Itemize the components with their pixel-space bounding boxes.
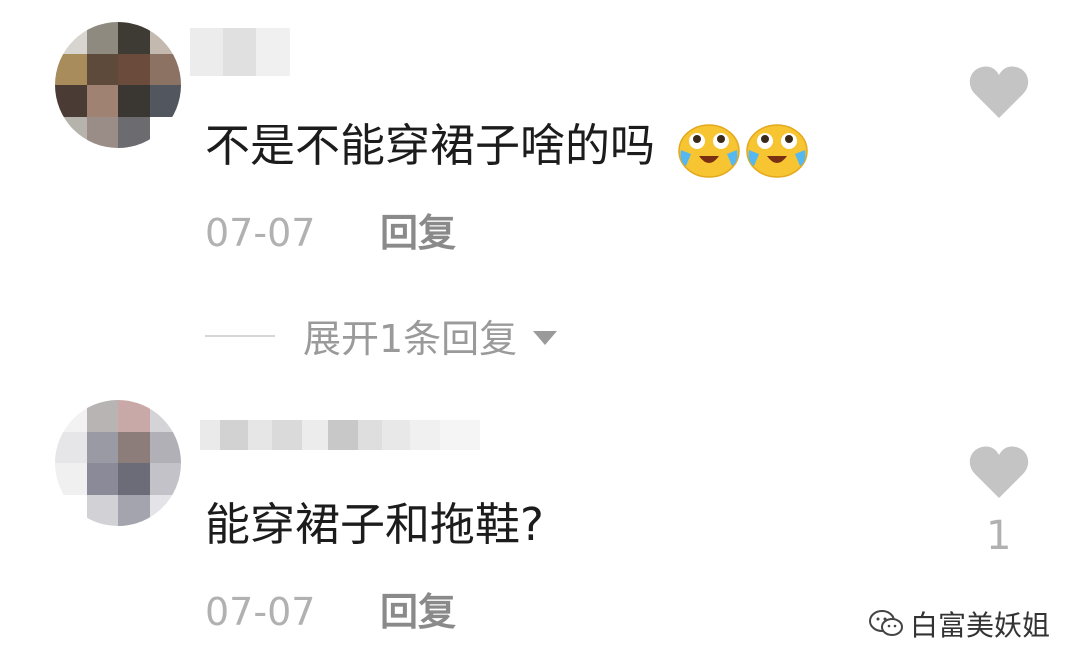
comment-item: 不是不能穿裙子啥的吗 07-07 回复 [0, 0, 1080, 290]
crying-laugh-emoji-icon [678, 124, 740, 178]
crying-laugh-emoji-icon [746, 124, 808, 178]
username-blurred[interactable] [190, 28, 290, 76]
comment-text-content: 不是不能穿裙子啥的吗 [205, 119, 656, 172]
avatar[interactable] [55, 22, 181, 148]
emoji-group [677, 120, 809, 178]
heart-icon[interactable] [968, 444, 1030, 500]
divider [205, 334, 275, 337]
username-blurred[interactable] [200, 420, 480, 450]
expand-replies-button[interactable]: 展开1条回复 [205, 308, 558, 363]
comment-text: 不是不能穿裙子啥的吗 [205, 120, 809, 178]
watermark-text: 白富美妖姐 [910, 609, 1051, 642]
comment-date: 07-07 [205, 211, 316, 255]
heart-icon[interactable] [968, 64, 1030, 120]
reply-button[interactable]: 回复 [380, 593, 456, 631]
expand-replies-label: 展开1条回复 [303, 317, 518, 361]
triangle-down-icon [533, 330, 558, 345]
reply-button[interactable]: 回复 [380, 214, 456, 252]
wechat-icon [869, 610, 903, 636]
like-count: 1 [986, 513, 1012, 559]
comment-date: 07-07 [205, 590, 316, 634]
avatar[interactable] [55, 400, 181, 526]
watermark: 白富美妖姐 [868, 604, 1050, 644]
comment-text: 能穿裙子和拖鞋? [205, 498, 544, 551]
